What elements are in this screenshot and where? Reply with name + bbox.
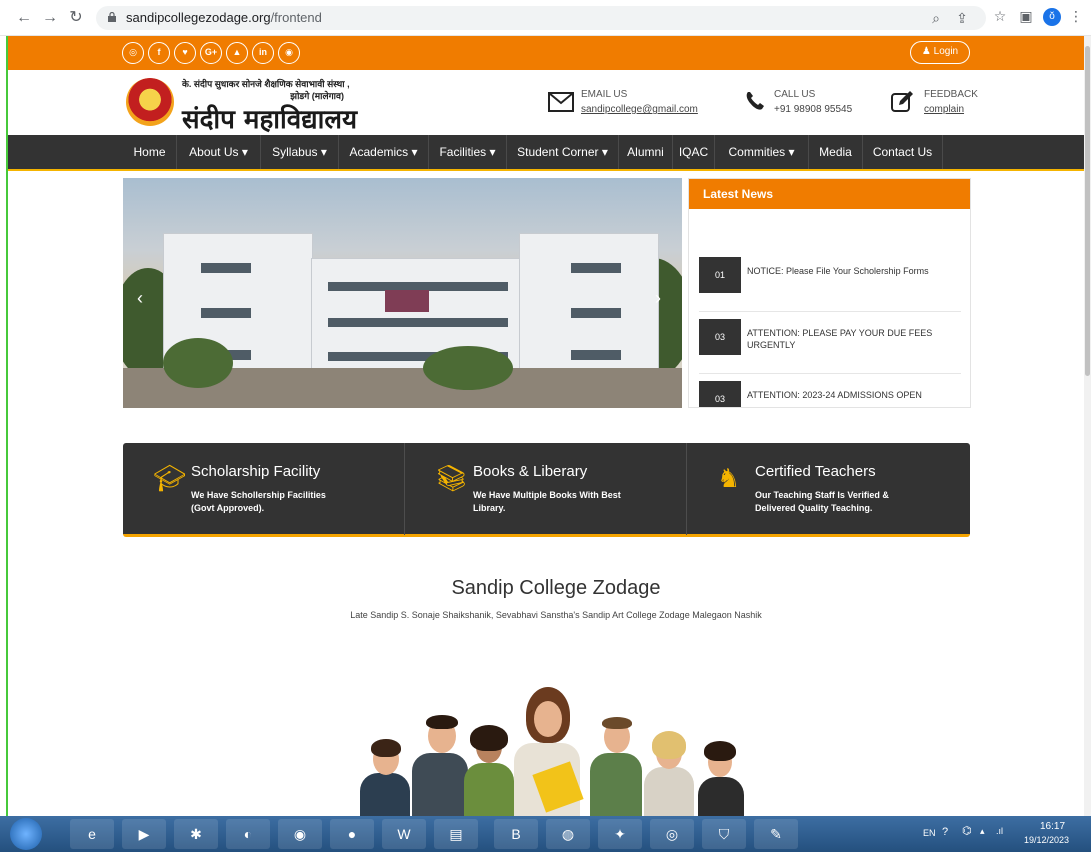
paint-icon[interactable]: ✱ bbox=[174, 819, 218, 849]
slider-prev-icon[interactable]: ‹ bbox=[137, 288, 143, 309]
word-icon[interactable]: W bbox=[382, 819, 426, 849]
firefox-icon[interactable]: ◍ bbox=[546, 819, 590, 849]
network-tray-icon[interactable]: ⌬ bbox=[962, 824, 972, 837]
feature-card: 🎓︎ Scholarship Facility We Have Scholler… bbox=[123, 443, 405, 535]
share-icon[interactable]: ⇪ bbox=[952, 10, 972, 27]
ie-icon[interactable]: e bbox=[70, 819, 114, 849]
language-indicator[interactable]: EN bbox=[923, 828, 936, 838]
linkedin-icon[interactable]: in bbox=[252, 42, 274, 64]
intro-subtitle: Late Sandip S. Sonaje Shaikshanik, Sevab… bbox=[350, 610, 762, 620]
reload-icon[interactable]: ↻ bbox=[66, 8, 86, 28]
feedback-link[interactable]: complain bbox=[924, 104, 964, 115]
news-number: 01 bbox=[699, 257, 741, 293]
nav-commities[interactable]: Commities ▾ bbox=[715, 135, 809, 169]
chrome-icon[interactable]: ◉ bbox=[278, 819, 322, 849]
call-label: CALL US bbox=[774, 89, 816, 100]
show-hidden-icons[interactable]: ▴ bbox=[980, 826, 985, 837]
clock-date[interactable]: 19/12/2023 bbox=[1024, 835, 1069, 845]
news-item[interactable]: ATTENTION: PLEASE PAY YOUR DUE FEES URGE… bbox=[747, 327, 957, 351]
email-label: EMAIL US bbox=[581, 89, 628, 100]
feedback-label: FEEDBACK bbox=[924, 89, 978, 100]
web-page: ◎ f ♥ G+ ▲ in ◉ ♟ Login के. संदीप सुधाकर… bbox=[6, 36, 1084, 816]
bookmark-star-icon[interactable]: ☆ bbox=[990, 8, 1010, 25]
building-signboard bbox=[385, 290, 429, 312]
forward-icon[interactable]: → bbox=[40, 8, 60, 28]
latest-news-panel: Latest News 01 NOTICE: Please File Your … bbox=[688, 178, 971, 408]
college-logo[interactable] bbox=[126, 78, 174, 126]
books-icon: 📚︎ bbox=[435, 463, 469, 493]
nav-alumni[interactable]: Alumni bbox=[619, 135, 673, 169]
feedback-icon bbox=[891, 90, 915, 118]
abc-app-icon[interactable]: B bbox=[494, 819, 538, 849]
news-number: 03 bbox=[699, 319, 741, 355]
page-scrollbar[interactable] bbox=[1084, 36, 1091, 816]
nav-facilities[interactable]: Facilities ▾ bbox=[429, 135, 507, 169]
chrome-active-icon[interactable]: ◎ bbox=[650, 819, 694, 849]
feature-card: 📚︎ Books & Liberary We Have Multiple Boo… bbox=[405, 443, 687, 535]
media-center-icon[interactable]: ◐ bbox=[226, 819, 270, 849]
intro-title: Sandip College Zodage bbox=[451, 577, 661, 599]
nav-academics[interactable]: Academics ▾ bbox=[339, 135, 429, 169]
menu-kebab-icon[interactable]: ⋮ bbox=[1066, 8, 1086, 25]
nav-media[interactable]: Media bbox=[809, 135, 863, 169]
media-player-icon[interactable]: ▶ bbox=[122, 819, 166, 849]
back-icon[interactable]: ← bbox=[14, 8, 34, 28]
nav-about-us[interactable]: About Us ▾ bbox=[177, 135, 261, 169]
shield-app-icon[interactable]: ⛉ bbox=[702, 819, 746, 849]
news-number: 03 bbox=[699, 381, 741, 407]
green-ball-icon[interactable]: ● bbox=[330, 819, 374, 849]
site-header: के. संदीप सुधाकर सोनजे शैक्षणिक सेवाभावी… bbox=[8, 70, 1084, 136]
facebook-icon[interactable]: f bbox=[148, 42, 170, 64]
windows-taskbar: e ▶ ✱ ◐ ◉ ● W ▤ B ◍ ✦ ◎ ⛉ ✎ EN ? ⌬ ▴ .ıl… bbox=[0, 816, 1091, 852]
nav-student-corner[interactable]: Student Corner ▾ bbox=[507, 135, 619, 169]
help-icon[interactable]: ? bbox=[942, 826, 948, 838]
graduation-cap-icon: 🎓︎ bbox=[153, 463, 187, 493]
whatsapp-icon[interactable]: ◎ bbox=[122, 42, 144, 64]
file-explorer-icon[interactable]: ▤ bbox=[434, 819, 478, 849]
nav-contact-us[interactable]: Contact Us bbox=[863, 135, 943, 169]
phone-icon bbox=[744, 90, 766, 118]
login-button[interactable]: ♟ Login bbox=[910, 41, 970, 64]
nav-home[interactable]: Home bbox=[123, 135, 177, 169]
side-panel-icon[interactable]: ▣ bbox=[1016, 8, 1036, 25]
twitter-icon[interactable]: ♥ bbox=[174, 42, 196, 64]
main-navigation: Home About Us ▾ Syllabus ▾ Academics ▾ F… bbox=[8, 135, 1084, 171]
image-slider[interactable]: ‹ › bbox=[123, 178, 682, 408]
logo-title: संदीप महाविद्यालय bbox=[182, 105, 358, 135]
instagram-icon[interactable]: ◉ bbox=[278, 42, 300, 64]
nav-syllabus[interactable]: Syllabus ▾ bbox=[261, 135, 339, 169]
logo-subtitle: के. संदीप सुधाकर सोनजे शैक्षणिक सेवाभावी… bbox=[182, 79, 350, 101]
email-link[interactable]: sandipcollege@gmail.com bbox=[581, 104, 698, 115]
user-icon: ♟ bbox=[921, 46, 934, 57]
latest-news-title: Latest News bbox=[689, 179, 970, 209]
nav-iqac[interactable]: IQAC bbox=[673, 135, 715, 169]
browser-toolbar: ← → ↻ sandipcollegezodage.org/frontend ⌕… bbox=[0, 0, 1091, 36]
zoom-icon[interactable]: ⌕ bbox=[926, 10, 946, 27]
teacher-icon: ♞ bbox=[717, 463, 741, 493]
feature-card: ♞ Certified Teachers Our Teaching Staff … bbox=[717, 463, 889, 513]
slider-next-icon[interactable]: › bbox=[655, 288, 661, 309]
youtube-icon[interactable]: ▲ bbox=[226, 42, 248, 64]
top-social-bar: ◎ f ♥ G+ ▲ in ◉ ♟ Login bbox=[8, 36, 1084, 70]
lock-icon bbox=[108, 12, 116, 22]
start-button[interactable] bbox=[10, 818, 42, 850]
signal-icon[interactable]: .ıl bbox=[996, 826, 1003, 836]
news-item[interactable]: NOTICE: Please File Your Scholership For… bbox=[747, 265, 957, 277]
phone-number[interactable]: +91 98908 95545 bbox=[774, 104, 852, 115]
features-strip: 🎓︎ Scholarship Facility We Have Scholler… bbox=[123, 443, 970, 537]
acrobat-icon[interactable]: ✎ bbox=[754, 819, 798, 849]
google-plus-icon[interactable]: G+ bbox=[200, 42, 222, 64]
news-item[interactable]: ATTENTION: 2023-24 ADMISSIONS OPEN bbox=[747, 389, 957, 401]
profile-avatar-icon[interactable]: ŏ bbox=[1042, 6, 1062, 26]
envelope-icon bbox=[548, 92, 574, 118]
url-text: sandipcollegezodage.org/frontend bbox=[126, 10, 322, 25]
students-illustration bbox=[338, 681, 778, 816]
game-icon[interactable]: ✦ bbox=[598, 819, 642, 849]
clock-time[interactable]: 16:17 bbox=[1040, 821, 1065, 832]
address-bar[interactable]: sandipcollegezodage.org/frontend ⌕ ⇪ bbox=[96, 6, 986, 30]
